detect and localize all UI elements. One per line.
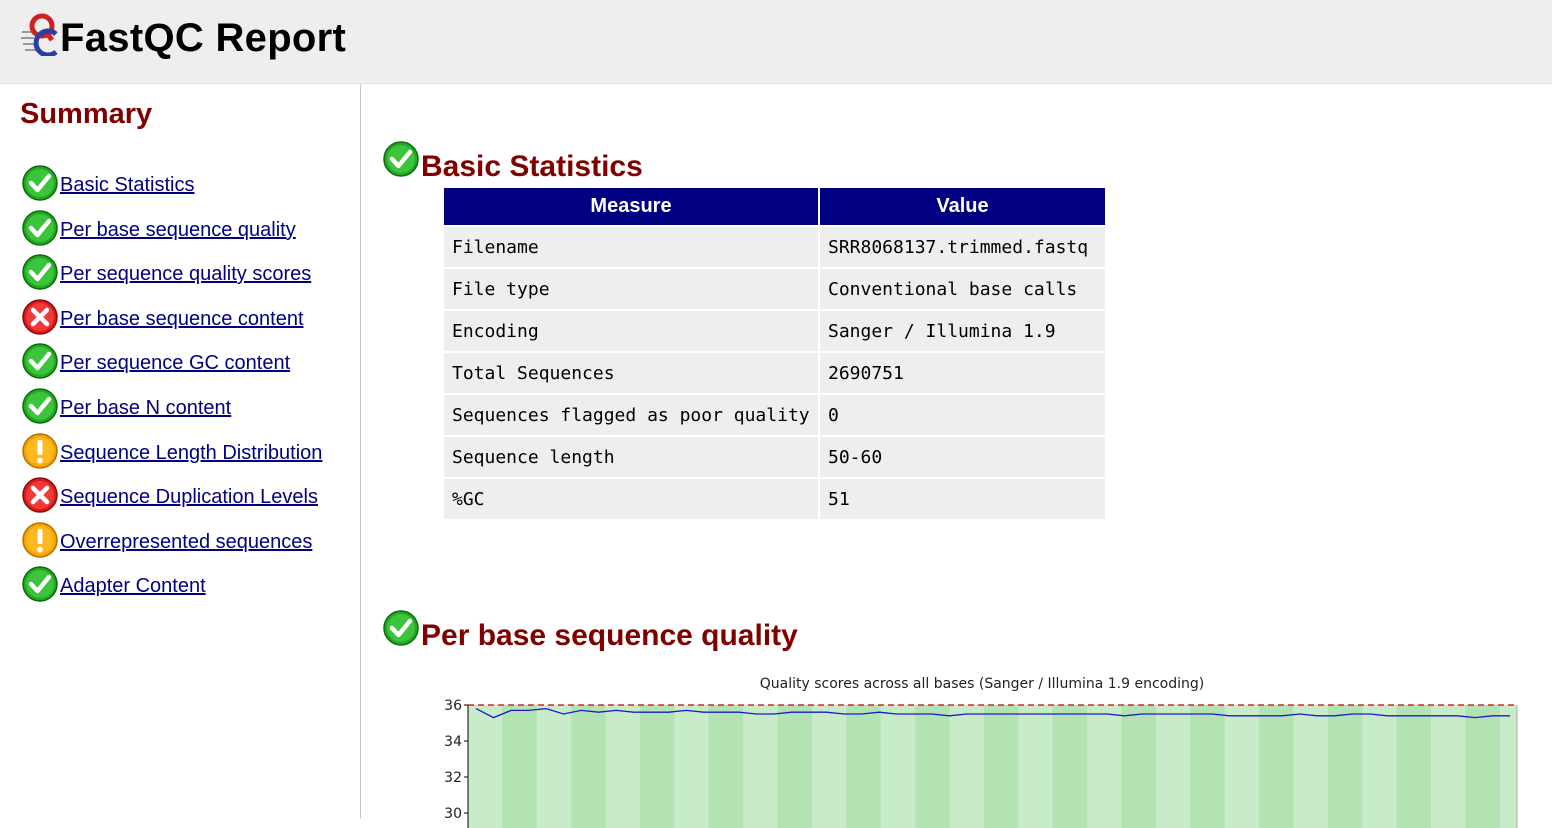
fail-icon	[21, 476, 59, 514]
measure-cell: %GC	[444, 479, 818, 519]
grid-band	[536, 705, 572, 828]
summary-link-basic-statistics[interactable]: Basic Statistics	[60, 174, 194, 197]
y-tick-label: 32	[444, 770, 462, 786]
grid-band	[1362, 705, 1397, 828]
summary-heading: Summary	[20, 98, 153, 130]
grid-band	[605, 705, 640, 828]
grid-band	[1155, 705, 1191, 828]
summary-link-per-sequence-gc-content[interactable]: Per sequence GC content	[60, 352, 290, 375]
pass-icon	[382, 609, 420, 647]
table-header-row: Measure Value	[444, 188, 1105, 225]
grid-band	[949, 705, 984, 828]
summary-link-adapter-content[interactable]: Adapter Content	[60, 575, 206, 598]
grid-band	[1293, 705, 1328, 828]
measure-cell: Total Sequences	[444, 353, 818, 393]
value-cell: 0	[820, 395, 1105, 435]
pass-icon	[382, 140, 420, 178]
table-row: Sequences flagged as poor quality 0	[444, 395, 1105, 435]
page-title: FastQC Report	[60, 16, 347, 60]
measure-column-header: Measure	[444, 188, 818, 225]
summary-link-per-base-sequence-content[interactable]: Per base sequence content	[60, 308, 304, 331]
value-column-header: Value	[820, 188, 1105, 225]
pass-icon	[21, 209, 59, 247]
measure-cell: Sequences flagged as poor quality	[444, 395, 818, 435]
pass-icon	[21, 387, 59, 425]
table-row: Total Sequences 2690751	[444, 353, 1105, 393]
y-tick-label: 30	[444, 806, 462, 822]
value-cell: Conventional base calls	[820, 269, 1105, 309]
warning-icon	[21, 432, 59, 470]
table-row: Filename SRR8068137.trimmed.fastq	[444, 227, 1105, 267]
y-tick-label: 36	[444, 698, 462, 714]
fail-icon	[21, 298, 59, 336]
grid-band	[468, 705, 503, 828]
quality-chart-svg: 30 32 34 36	[444, 698, 1518, 828]
summary-link-per-base-sequence-quality[interactable]: Per base sequence quality	[60, 219, 296, 242]
warning-icon	[21, 521, 59, 559]
value-cell: 2690751	[820, 353, 1105, 393]
summary-link-per-base-n-content[interactable]: Per base N content	[60, 397, 231, 420]
grid-band	[1087, 705, 1122, 828]
report-header: FastQC Report	[0, 0, 1552, 84]
grid-band	[674, 705, 709, 828]
table-row: Sequence length 50-60	[444, 437, 1105, 477]
basic-statistics-table: Measure Value Filename SRR8068137.trimmed…	[442, 186, 1107, 521]
summary-link-overrepresented-sequences[interactable]: Overrepresented sequences	[60, 531, 312, 554]
grid-band	[743, 705, 778, 828]
table-row: Encoding Sanger / Illumina 1.9	[444, 311, 1105, 351]
grid-band	[1499, 705, 1517, 828]
per-base-sequence-quality-heading: Per base sequence quality	[421, 619, 798, 652]
value-cell: SRR8068137.trimmed.fastq	[820, 227, 1105, 267]
grid-band	[1431, 705, 1466, 828]
fastqc-logo-icon	[21, 13, 58, 56]
summary-link-sequence-duplication-levels[interactable]: Sequence Duplication Levels	[60, 486, 318, 509]
summary-link-per-sequence-quality-scores[interactable]: Per sequence quality scores	[60, 263, 311, 286]
pass-icon	[21, 164, 59, 202]
pass-icon	[21, 253, 59, 291]
value-cell: Sanger / Illumina 1.9	[820, 311, 1105, 351]
table-row: File type Conventional base calls	[444, 269, 1105, 309]
value-cell: 50-60	[820, 437, 1105, 477]
grid-band	[811, 705, 847, 828]
y-tick-label: 34	[444, 734, 462, 750]
basic-statistics-heading: Basic Statistics	[421, 150, 643, 183]
table-row: %GC 51	[444, 479, 1105, 519]
pass-icon	[21, 342, 59, 380]
measure-cell: File type	[444, 269, 818, 309]
summary-link-sequence-length-distribution[interactable]: Sequence Length Distribution	[60, 442, 322, 465]
grid-band	[1224, 705, 1260, 828]
quality-chart: Quality scores across all bases (Sanger …	[432, 668, 1532, 828]
measure-cell: Encoding	[444, 311, 818, 351]
measure-cell: Filename	[444, 227, 818, 267]
value-cell: 51	[820, 479, 1105, 519]
grid-band	[1018, 705, 1053, 828]
pass-icon	[21, 565, 59, 603]
summary-sidebar: Summary Basic Statistics Per base sequen…	[0, 84, 361, 819]
grid-band	[880, 705, 916, 828]
measure-cell: Sequence length	[444, 437, 818, 477]
main-content[interactable]: Basic Statistics Measure Value Filename S…	[362, 84, 1552, 828]
